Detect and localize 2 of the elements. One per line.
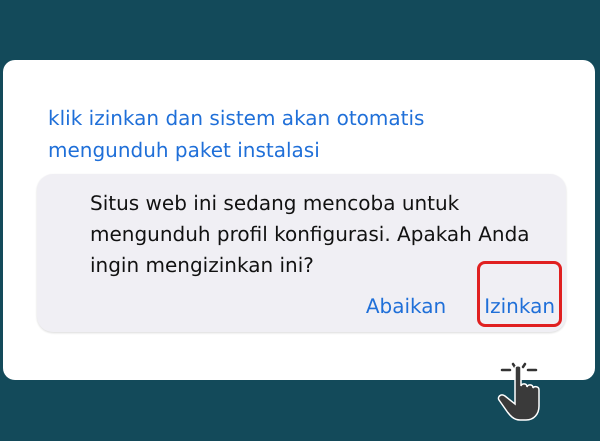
instruction-text: klik izinkan dan sistem akan otomatis mengunduh paket instalasi [48, 105, 426, 164]
highlighted-dialog-button[interactable]: Izinkan [477, 261, 562, 327]
